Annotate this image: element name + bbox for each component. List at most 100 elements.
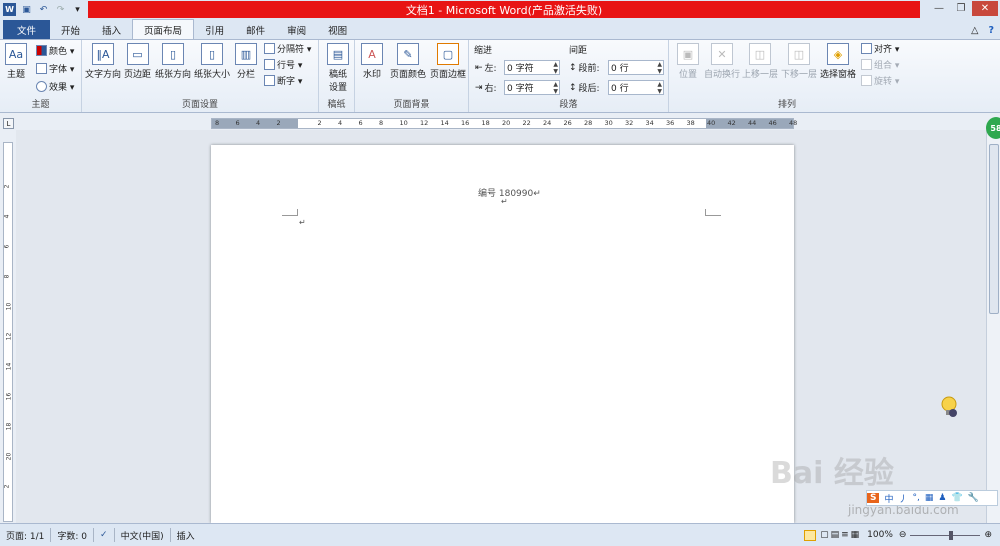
indent-left-input[interactable]: 0 字符 ▲ ▼: [504, 60, 560, 75]
ruler-tick-label: 40: [707, 119, 716, 127]
ime-item[interactable]: 中: [884, 492, 893, 505]
ime-item[interactable]: 丿: [899, 492, 908, 505]
fonts-button[interactable]: 字体 ▾: [36, 61, 74, 76]
spin-arrows-icon[interactable]: ▲ ▼: [657, 81, 662, 95]
selection-pane-button[interactable]: ◈ 选择窗格: [820, 43, 856, 80]
view-draft-icon[interactable]: ▦: [851, 530, 860, 540]
zoom-slider-thumb[interactable]: [949, 530, 954, 540]
rotate-icon: [861, 75, 872, 86]
spin-arrows-icon[interactable]: ▲ ▼: [657, 61, 662, 75]
text-direction-button[interactable]: ‖A 文字方向: [85, 43, 121, 80]
zoom-level[interactable]: 100%: [867, 530, 893, 540]
theme-button[interactable]: Aa 主题: [5, 43, 27, 80]
ime-item[interactable]: ▦: [925, 493, 934, 503]
view-print-layout-icon[interactable]: [804, 529, 817, 541]
ime-item[interactable]: °,: [913, 493, 920, 503]
tab-references[interactable]: 引用: [194, 21, 235, 39]
zoom-out-icon[interactable]: ⊖: [899, 530, 907, 540]
word-icon[interactable]: W: [3, 3, 16, 16]
view-outline-icon[interactable]: ≡: [841, 530, 849, 540]
watermark-button[interactable]: A 水印: [361, 43, 383, 80]
effects-button[interactable]: 效果 ▾: [36, 79, 74, 94]
sogou-icon[interactable]: S: [867, 493, 880, 503]
ime-item[interactable]: 🔧: [968, 493, 979, 503]
draft-settings-button[interactable]: ▤ 稿纸 设置: [327, 43, 349, 93]
ruler-tick-label: 48: [789, 119, 798, 127]
tab-review[interactable]: 审阅: [276, 21, 317, 39]
tab-page-layout[interactable]: 页面布局: [132, 19, 195, 39]
scroll-thumb[interactable]: [989, 144, 999, 314]
vertical-ruler[interactable]: 2 4 6 8 10 12 14 16 18 20 2: [3, 142, 13, 522]
badge-icon[interactable]: 58: [986, 117, 1000, 139]
indent-right-text: 右:: [484, 84, 497, 94]
group-button[interactable]: 组合 ▾: [861, 57, 899, 72]
ruler-tick-label: 20: [502, 119, 511, 127]
divider: [50, 528, 52, 542]
spin-arrows-icon[interactable]: ▲ ▼: [553, 61, 558, 75]
lightbulb-icon[interactable]: [940, 396, 958, 418]
spacing-after-input[interactable]: 0 行 ▲ ▼: [608, 80, 664, 95]
help-icon[interactable]: ?: [982, 21, 1000, 39]
header-text[interactable]: 编号 180990↵: [478, 186, 541, 199]
document-page[interactable]: 编号 180990↵ ↵ ↵: [211, 145, 794, 523]
align-button[interactable]: 对齐 ▾: [861, 41, 899, 56]
word-count[interactable]: 字数: 0: [57, 529, 87, 542]
spacing-heading: 间距: [569, 46, 588, 56]
collapse-ribbon-icon[interactable]: △: [967, 21, 982, 39]
tab-mailings[interactable]: 邮件: [235, 21, 276, 39]
hyphenation-button[interactable]: 断字 ▾: [264, 73, 302, 88]
close-button[interactable]: ✕: [972, 1, 998, 16]
ruler-tick-label: 8: [215, 119, 220, 127]
dropdown-icon[interactable]: ▾: [71, 3, 84, 16]
position-button[interactable]: ▣ 位置: [677, 43, 699, 80]
proofing-icon[interactable]: ✓: [100, 530, 108, 540]
undo-icon[interactable]: ↶: [37, 3, 50, 16]
page-count[interactable]: 页面: 1/1: [6, 529, 44, 542]
breaks-button[interactable]: 分隔符 ▾: [264, 41, 311, 56]
spacing-before-input[interactable]: 0 行 ▲ ▼: [608, 60, 664, 75]
vertical-scrollbar[interactable]: [986, 130, 1000, 523]
ruler-tick-label: 10: [5, 302, 13, 311]
spacing-after-icon: ↕: [569, 82, 577, 93]
ime-item[interactable]: ♟: [938, 493, 946, 503]
page-color-button[interactable]: ✎ 页面颜色: [390, 43, 426, 80]
ime-toolbar[interactable]: S 中 丿 °, ▦ ♟ 👕 🔧: [866, 490, 998, 506]
view-reading-icon[interactable]: ▢: [820, 530, 829, 540]
margins-button[interactable]: ▭ 页边距: [124, 43, 151, 80]
line-numbers-button[interactable]: 行号 ▾: [264, 57, 302, 72]
tab-home[interactable]: 开始: [50, 21, 91, 39]
spin-arrows-icon[interactable]: ▲ ▼: [553, 81, 558, 95]
zoom-in-icon[interactable]: ⊕: [984, 530, 992, 540]
redo-icon[interactable]: ↷: [54, 3, 67, 16]
tab-file[interactable]: 文件: [3, 20, 51, 39]
columns-button[interactable]: ▥ 分栏: [235, 43, 257, 80]
group-paragraph: 缩进 间距 ⇤ 左: 0 字符 ▲ ▼ ⇥ 右: 0 字符 ▲ ▼ ↕ 段前: 0 行 ▲ ▼ ↕…: [469, 40, 669, 112]
rotate-button[interactable]: 旋转 ▾: [861, 73, 899, 88]
zoom-slider[interactable]: [910, 530, 981, 540]
minimize-button[interactable]: —: [928, 1, 950, 16]
size-button[interactable]: ▯ 纸张大小: [194, 43, 230, 80]
ime-item[interactable]: 👕: [951, 493, 962, 503]
bring-forward-button[interactable]: ◫ 上移一层: [742, 43, 778, 80]
ruler-tick-label: 10: [399, 119, 408, 127]
insert-mode[interactable]: 插入: [177, 529, 195, 542]
send-backward-icon: ◫: [788, 43, 810, 65]
ruler-tick-label: 22: [522, 119, 531, 127]
view-web-icon[interactable]: ▤: [831, 530, 840, 540]
page-border-button[interactable]: ▢ 页面边框: [430, 43, 466, 80]
save-icon[interactable]: ▣: [20, 3, 33, 16]
tab-selector-icon[interactable]: L: [3, 118, 14, 129]
indent-right-input[interactable]: 0 字符 ▲ ▼: [504, 80, 560, 95]
orientation-button[interactable]: ▯ 纸张方向: [155, 43, 191, 80]
language[interactable]: 中文(中国): [121, 529, 164, 542]
wrap-text-label: 自动换行: [704, 70, 741, 80]
cursor-paragraph-mark: ↵: [299, 218, 306, 227]
colors-button[interactable]: 颜色 ▾: [36, 43, 74, 58]
tab-insert[interactable]: 插入: [91, 21, 132, 39]
tab-view[interactable]: 视图: [317, 21, 358, 39]
send-backward-button[interactable]: ◫ 下移一层: [781, 43, 817, 80]
wrap-text-button[interactable]: ✕ 自动换行: [704, 43, 740, 80]
indent-left-text: 左:: [484, 64, 497, 74]
restore-button[interactable]: ❐: [950, 1, 972, 16]
horizontal-ruler[interactable]: 8 6 4 2 2 4 6 8 10 12 14 16 18 20 22 24 26 28 30 32 34 36 38 40…: [211, 118, 798, 129]
